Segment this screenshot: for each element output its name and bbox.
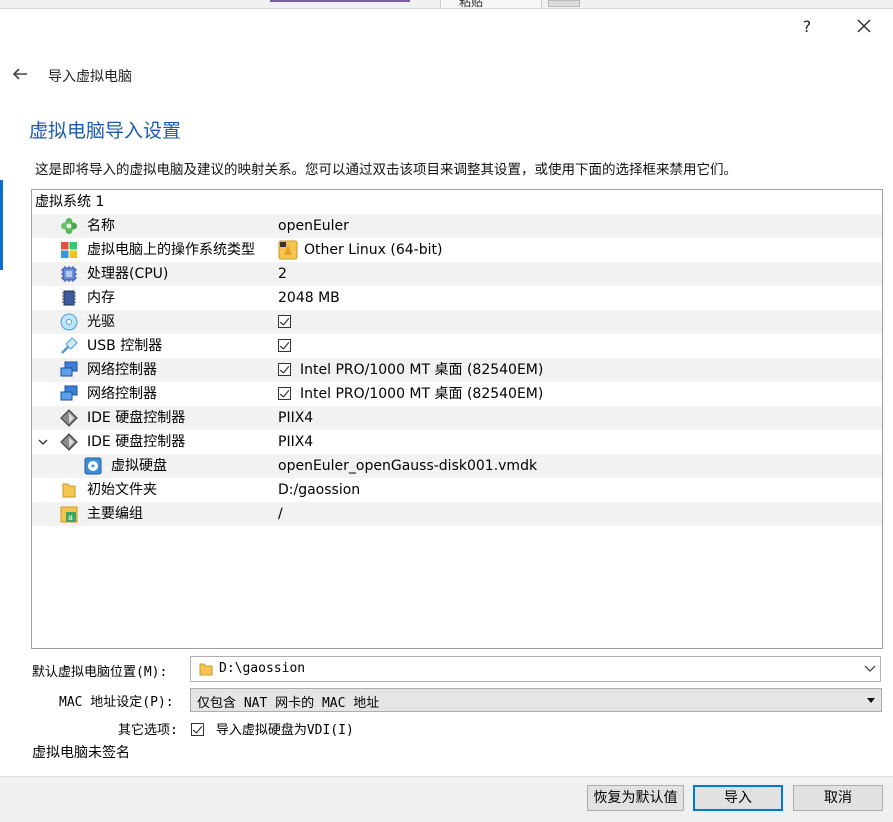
cpu-icon xyxy=(61,266,77,282)
setting-label: 处理器(CPU) xyxy=(87,266,169,282)
checkbox-checked[interactable] xyxy=(191,723,204,736)
setting-row-virtual-disk[interactable]: 虚拟硬盘 openEuler_openGauss-disk001.vmdk xyxy=(32,454,882,478)
chevron-down-icon[interactable] xyxy=(37,436,49,448)
setting-value[interactable]: PIIX4 xyxy=(278,430,313,454)
setting-row-usb[interactable]: USB 控制器 xyxy=(32,334,882,358)
virtual-system-label: 虚拟系统 1 xyxy=(35,194,105,210)
setting-label: 虚拟电脑上的操作系统类型 xyxy=(87,242,255,258)
setting-value[interactable]: 2 xyxy=(278,262,287,286)
setting-row-os-type[interactable]: 虚拟电脑上的操作系统类型 Other Linux (64-bit) xyxy=(32,238,882,262)
os-type-icon xyxy=(61,242,77,258)
setting-row-memory[interactable]: 内存 2048 MB xyxy=(32,286,882,310)
page-heading: 虚拟电脑导入设置 xyxy=(29,120,182,142)
ide-controller-icon xyxy=(60,409,78,427)
back-button[interactable] xyxy=(10,64,32,84)
import-button[interactable]: 导入 xyxy=(693,785,783,811)
background-block xyxy=(548,0,580,7)
setting-label: 虚拟硬盘 xyxy=(111,458,167,474)
setting-row-cpu[interactable]: 处理器(CPU) 2 xyxy=(32,262,882,286)
setting-value[interactable]: openEuler_openGauss-disk001.vmdk xyxy=(278,454,537,478)
setting-value[interactable]: D:/gaossion xyxy=(278,478,360,502)
setting-row-network-1[interactable]: 网络控制器 Intel PRO/1000 MT 桌面 (82540EM) xyxy=(32,358,882,382)
help-button[interactable]: ? xyxy=(795,14,819,40)
location-label: 默认虚拟电脑位置(M): xyxy=(32,665,168,680)
setting-label: 网络控制器 xyxy=(87,386,157,402)
checkbox-checked[interactable] xyxy=(278,363,291,376)
setting-value[interactable]: 2048 MB xyxy=(278,286,340,310)
close-button[interactable] xyxy=(850,14,878,40)
close-icon xyxy=(857,19,871,33)
hard-disk-icon xyxy=(84,457,102,475)
linux-os-icon xyxy=(278,240,298,260)
setting-value[interactable]: openEuler xyxy=(278,214,349,238)
memory-icon xyxy=(62,290,76,306)
setting-label: 光驱 xyxy=(87,314,115,330)
network-icon xyxy=(60,361,78,377)
restore-defaults-button[interactable]: 恢复为默认值 xyxy=(587,785,684,811)
name-icon xyxy=(61,218,77,234)
folder-icon xyxy=(199,663,213,676)
setting-value[interactable]: PIIX4 xyxy=(278,406,313,430)
cancel-button[interactable]: 取消 xyxy=(793,785,883,811)
location-value: D:\gaossion xyxy=(219,661,306,676)
setting-value[interactable]: / xyxy=(278,502,283,526)
setting-label: 初始文件夹 xyxy=(87,482,157,498)
usb-controller-checkbox[interactable] xyxy=(278,334,291,358)
setting-label: 主要编组 xyxy=(87,506,143,522)
import-as-vdi-label: 导入虚拟硬盘为VDI(I) xyxy=(215,723,354,738)
network-checkbox[interactable] xyxy=(278,358,291,382)
background-accent xyxy=(270,0,410,2)
setting-label: IDE 硬盘控制器 xyxy=(87,410,186,426)
setting-label: 内存 xyxy=(87,290,115,306)
checkbox-checked[interactable] xyxy=(278,339,291,352)
mac-policy-label: MAC 地址设定(P): xyxy=(59,695,174,710)
group-icon: a xyxy=(60,506,78,523)
appliance-settings-tree[interactable]: 虚拟系统 1 名称 openEuler 虚拟电脑上的操作系统类型 Other L… xyxy=(31,189,883,649)
page-description: 这是即将导入的虚拟电脑及建议的映射关系。您可以通过双击该项目来调整其设置，或使用… xyxy=(35,162,737,178)
virtual-system-row[interactable]: 虚拟系统 1 xyxy=(32,190,882,214)
ide-controller-icon xyxy=(60,433,78,451)
chevron-down-icon[interactable] xyxy=(864,664,876,674)
setting-label: 网络控制器 xyxy=(87,362,157,378)
folder-icon xyxy=(62,483,76,498)
mac-policy-select[interactable]: 仅包含 NAT 网卡的 MAC 地址 xyxy=(190,688,882,712)
mac-policy-value: 仅包含 NAT 网卡的 MAC 地址 xyxy=(197,696,380,711)
setting-value[interactable]: Intel PRO/1000 MT 桌面 (82540EM) xyxy=(300,358,543,382)
setting-value[interactable]: Other Linux (64-bit) xyxy=(304,238,442,262)
setting-row-network-2[interactable]: 网络控制器 Intel PRO/1000 MT 桌面 (82540EM) xyxy=(32,382,882,406)
network-checkbox[interactable] xyxy=(278,382,291,406)
dropdown-arrow-icon xyxy=(867,698,875,703)
setting-row-ide-controller-1[interactable]: IDE 硬盘控制器 PIIX4 xyxy=(32,406,882,430)
setting-row-base-folder[interactable]: 初始文件夹 D:/gaossion xyxy=(32,478,882,502)
other-options-label: 其它选项: xyxy=(118,723,178,738)
optical-drive-checkbox[interactable] xyxy=(278,310,291,334)
setting-value[interactable]: Intel PRO/1000 MT 桌面 (82540EM) xyxy=(300,382,543,406)
setting-label: 名称 xyxy=(87,218,115,234)
left-edge-accent xyxy=(0,180,3,270)
setting-row-name[interactable]: 名称 openEuler xyxy=(32,214,882,238)
optical-drive-icon xyxy=(60,313,78,331)
network-icon xyxy=(60,385,78,401)
usb-icon xyxy=(61,337,78,354)
unsigned-note: 虚拟电脑未签名 xyxy=(32,745,130,761)
setting-row-optical-drive[interactable]: 光驱 xyxy=(32,310,882,334)
checkbox-checked[interactable] xyxy=(278,315,291,328)
setting-label: IDE 硬盘控制器 xyxy=(87,434,186,450)
background-window-strip: 粘贴 xyxy=(0,0,893,9)
location-combobox[interactable]: D:\gaossion xyxy=(190,656,881,682)
wizard-title: 导入虚拟电脑 xyxy=(48,69,132,85)
back-arrow-icon xyxy=(12,68,27,80)
import-as-vdi-checkbox[interactable]: 导入虚拟硬盘为VDI(I) xyxy=(191,719,354,738)
setting-label: USB 控制器 xyxy=(87,338,163,354)
setting-row-ide-controller-2[interactable]: IDE 硬盘控制器 PIIX4 xyxy=(32,430,882,454)
setting-row-primary-group[interactable]: a 主要编组 / xyxy=(32,502,882,526)
checkbox-checked[interactable] xyxy=(278,387,291,400)
background-paste-tab: 粘贴 xyxy=(440,0,542,8)
svg-text:a: a xyxy=(68,513,73,522)
